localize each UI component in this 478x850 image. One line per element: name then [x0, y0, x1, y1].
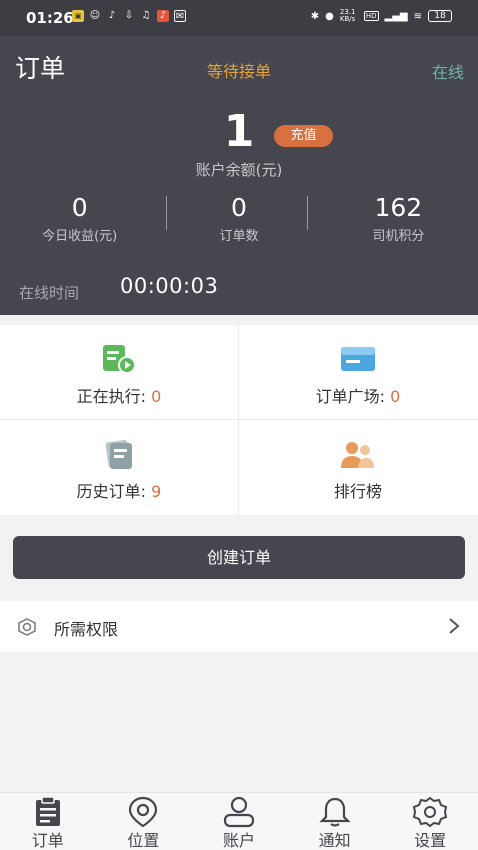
- system-icons: ✱ ● 23.1 KB/s HD ▂▄▆ ≋ 18: [311, 9, 452, 23]
- executing-count: 0: [151, 387, 162, 406]
- download-icon: ⇩: [124, 10, 134, 21]
- bottom-tab-bar: 订单 位置 账户 通知 设置: [0, 792, 478, 850]
- tab-notifications[interactable]: 通知: [287, 793, 383, 850]
- status-time: 01:26: [26, 9, 74, 27]
- order-square-label: 订单广场: 0: [239, 383, 477, 407]
- permission-shield-icon: [18, 618, 36, 636]
- location-icon: ●: [325, 10, 334, 22]
- tab-label: 订单: [31, 831, 64, 850]
- stat-today-earnings: 0 今日收益(元): [0, 193, 159, 249]
- stat-driver-points: 162 司机积分: [319, 193, 478, 249]
- stat-order-count: 0 订单数: [159, 193, 318, 249]
- status-bar: 01:26 ▣ ☺ ♪ ⇩ ♫ ♪ ✉ ✱ ● 23.1 KB/s HD ▂▄▆…: [0, 0, 478, 36]
- order-status: 等待接单: [206, 62, 271, 81]
- chevron-right-icon: [449, 618, 460, 634]
- permissions-row[interactable]: 所需权限: [0, 601, 478, 652]
- order-square-icon: [341, 347, 375, 371]
- ranking-label: 排行榜: [333, 482, 382, 501]
- executing-text: 正在执行:: [76, 387, 152, 406]
- order-square-count: 0: [390, 387, 401, 406]
- executing-doc-icon: [103, 345, 136, 374]
- clipboard-icon: [35, 796, 60, 826]
- header-panel: 订单 等待接单 在线 1 充值 账户余额(元) 0 今日收益(元) 0 订单数 …: [0, 36, 478, 315]
- tab-settings[interactable]: 设置: [382, 793, 478, 850]
- ranking-cell[interactable]: 排行榜: [239, 420, 477, 514]
- history-text: 历史订单:: [76, 482, 152, 501]
- history-count: 9: [151, 482, 162, 501]
- music-app-icon: ♪: [157, 10, 169, 22]
- app-notification-icon: ▣: [72, 10, 84, 22]
- tab-account[interactable]: 账户: [191, 793, 287, 850]
- gear-icon: [413, 796, 448, 828]
- tab-label: 通知: [318, 831, 351, 850]
- stat-label: 订单数: [219, 229, 259, 244]
- executing-orders-cell[interactable]: 正在执行: 0: [0, 325, 238, 419]
- signal-icon: ▂▄▆: [384, 10, 408, 22]
- order-square-text: 订单广场:: [315, 387, 391, 406]
- stat-value: 0: [231, 193, 247, 222]
- user-icon: [223, 796, 255, 828]
- function-grid: 正在执行: 0 订单广场: 0 历史订单: 9 排行榜: [0, 325, 478, 515]
- stat-value: 162: [374, 193, 423, 222]
- location-pin-icon: [129, 796, 158, 828]
- tab-label: 账户: [222, 831, 255, 850]
- bell-icon: [318, 797, 351, 827]
- executing-label: 正在执行: 0: [0, 383, 238, 407]
- stat-label: 今日收益(元): [42, 229, 118, 244]
- history-icon: [105, 439, 132, 469]
- order-square-cell[interactable]: 订单广场: 0: [239, 325, 477, 419]
- tab-location[interactable]: 位置: [96, 793, 192, 850]
- history-orders-cell[interactable]: 历史订单: 9: [0, 420, 238, 514]
- stat-divider: [166, 196, 167, 230]
- online-time-value: 00:00:03: [120, 274, 219, 298]
- bilibili-icon: ☺: [89, 10, 101, 21]
- wifi-icon: ≋: [413, 10, 422, 22]
- stat-label: 司机积分: [372, 229, 425, 244]
- notification-icons: ▣ ☺ ♪ ⇩ ♫ ♪ ✉: [72, 10, 186, 22]
- battery-icon: 18: [428, 10, 452, 22]
- create-order-button[interactable]: 创建订单: [13, 536, 465, 579]
- balance-value: 1: [223, 106, 255, 157]
- network-speed: 23.1 KB/s: [339, 8, 356, 23]
- listen-app-icon: ♪: [108, 10, 116, 21]
- ranking-people-icon: [341, 442, 374, 468]
- stat-value: 0: [71, 193, 88, 222]
- bluetooth-icon: ✱: [310, 10, 320, 22]
- history-label: 历史订单: 9: [0, 478, 238, 502]
- stat-divider: [307, 196, 308, 230]
- tab-orders[interactable]: 订单: [0, 793, 96, 850]
- message-icon: ✉: [174, 10, 186, 22]
- recharge-button[interactable]: 充值: [274, 125, 333, 147]
- balance-label: 账户余额(元): [195, 161, 283, 179]
- online-time-label: 在线时间: [19, 284, 80, 302]
- hd-icon: HD: [363, 11, 379, 21]
- permissions-label: 所需权限: [54, 620, 119, 639]
- tab-label: 设置: [414, 831, 447, 850]
- tiktok-icon: ♫: [141, 10, 151, 21]
- online-toggle[interactable]: 在线: [432, 59, 464, 83]
- stats-row: 0 今日收益(元) 0 订单数 162 司机积分: [0, 193, 478, 249]
- tab-label: 位置: [127, 831, 160, 850]
